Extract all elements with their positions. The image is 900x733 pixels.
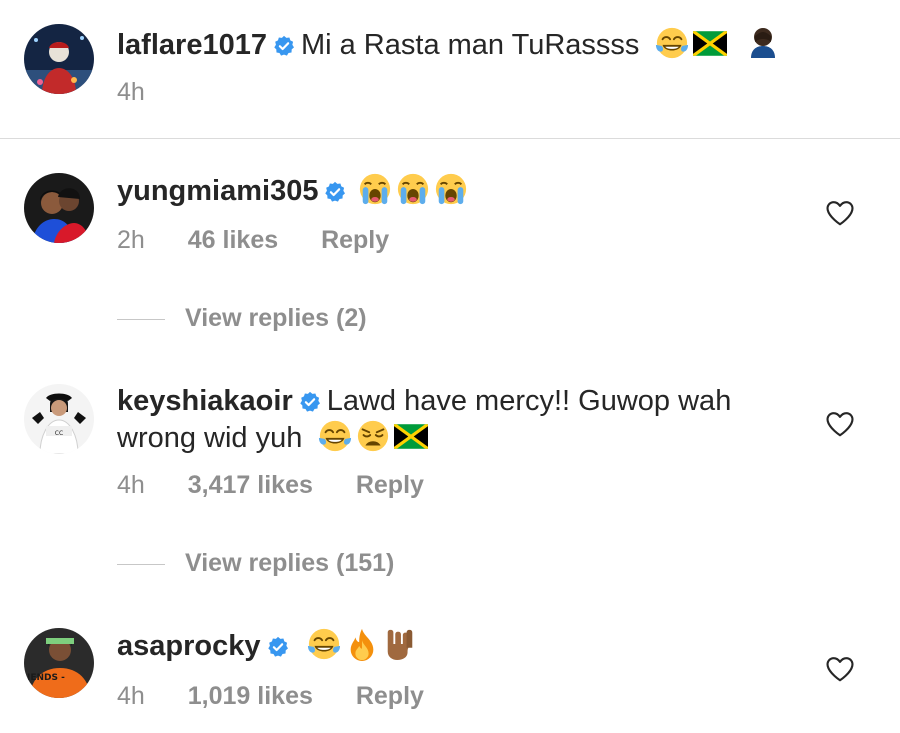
weary-face-icon [356,419,390,453]
comment-meta: 2h 46 likes Reply [117,226,425,255]
reply-button[interactable]: Reply [356,471,424,499]
verified-badge-icon [267,636,289,658]
view-replies-button[interactable]: View replies (2) [117,304,367,333]
avatar-laflare1017[interactable] [24,24,94,94]
comment-time: 4h [117,471,145,499]
jamaica-flag-icon [394,424,428,449]
comment-meta: 4h 3,417 likes Reply [117,471,460,500]
avatar-image: IENDS - [24,628,94,698]
comment-text-line1: Lawd have mercy!! Guwop wah [326,385,732,417]
verified-badge-icon [273,35,295,57]
loudly-crying-face-icon [358,172,392,206]
likes-count[interactable]: 3,417 likes [188,471,313,499]
reply-button[interactable]: Reply [356,682,424,710]
verified-badge-icon [324,181,346,203]
comment-time: 4h [117,682,145,710]
face-with-tears-of-joy-icon [655,26,689,60]
facepalm-icon [745,24,781,60]
avatar-caption: IENDS - [27,673,65,683]
comment-body: yungmiami305 [117,172,817,209]
comment-body: keyshiakaoir Lawd have mercy!! Guwop wah … [117,383,817,456]
avatar-keyshiakaoir[interactable]: CC [24,384,94,454]
likes-count[interactable]: 1,019 likes [188,682,313,710]
view-replies-line [117,318,165,320]
comment-time: 4h [117,78,145,106]
view-replies-line [117,563,165,565]
sign-of-the-horns-icon [383,627,417,661]
comment-text-line2: wrong wid yuh [117,422,303,454]
username[interactable]: keyshiakaoir [117,385,293,417]
divider [0,138,900,139]
face-with-tears-of-joy-icon [318,419,352,453]
avatar-image [24,24,94,94]
view-replies-button[interactable]: View replies (151) [117,549,394,578]
verified-badge-icon [299,391,321,413]
face-with-tears-of-joy-icon [307,627,341,661]
avatar-yungmiami305[interactable] [24,173,94,243]
jamaica-flag-icon [693,31,727,56]
svg-text:CC: CC [55,430,63,437]
avatar-asaprocky[interactable]: IENDS - [24,628,94,698]
comment-time: 2h [117,226,145,254]
comment-body: asaprocky [117,627,817,664]
comment-meta: 4h [117,78,181,107]
heart-icon[interactable] [825,654,855,684]
avatar-image: CC [24,384,94,454]
fire-icon [345,627,379,661]
username[interactable]: laflare1017 [117,29,267,61]
comment-text: Mi a Rasta man TuRassss [300,29,640,61]
comment-body: laflare1017 Mi a Rasta man TuRassss [117,24,817,63]
username[interactable]: asaprocky [117,630,261,662]
username[interactable]: yungmiami305 [117,175,318,207]
avatar-image [24,173,94,243]
loudly-crying-face-icon [434,172,468,206]
view-replies-label: View replies (151) [185,549,395,577]
heart-icon[interactable] [825,198,855,228]
heart-icon[interactable] [825,409,855,439]
comment-meta: 4h 1,019 likes Reply [117,682,460,711]
view-replies-label: View replies (2) [185,304,367,332]
likes-count[interactable]: 46 likes [188,226,278,254]
reply-button[interactable]: Reply [321,226,389,254]
loudly-crying-face-icon [396,172,430,206]
